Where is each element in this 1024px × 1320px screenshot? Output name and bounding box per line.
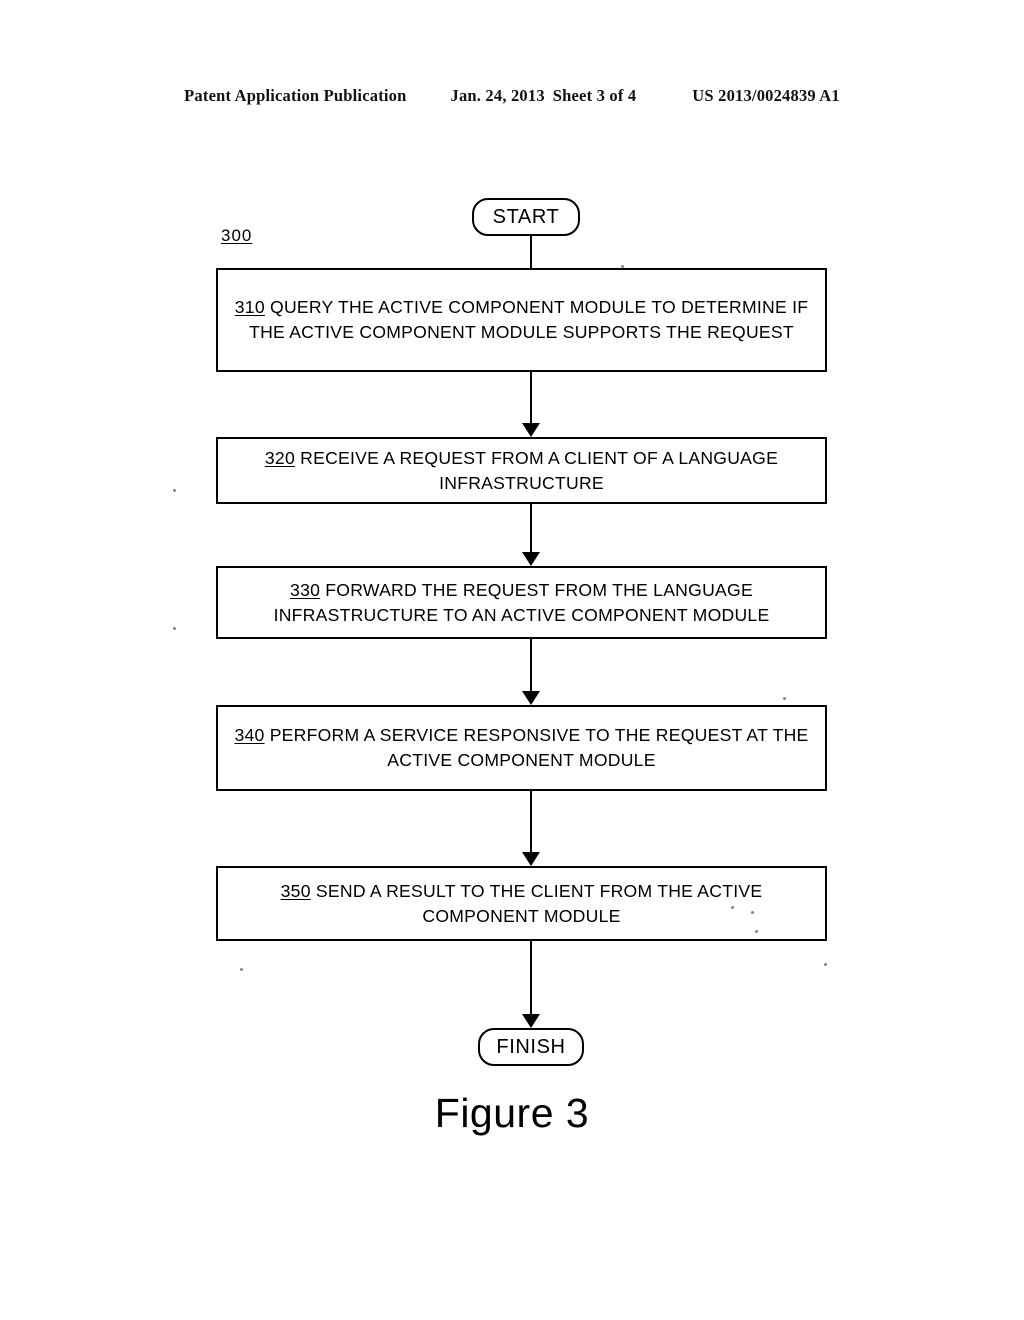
- process-box-310: 310 QUERY THE ACTIVE COMPONENT MODULE TO…: [216, 268, 827, 372]
- connector-310-to-320: [520, 372, 542, 437]
- connector-stem: [529, 372, 532, 424]
- process-box-350-body: SEND A RESULT TO THE CLIENT FROM THE ACT…: [310, 880, 763, 926]
- scan-speckle: [783, 697, 786, 700]
- scan-speckle: [173, 489, 176, 492]
- arrowhead-icon: [522, 552, 540, 566]
- scan-speckle: [240, 968, 243, 971]
- process-box-310-body: QUERY THE ACTIVE COMPONENT MODULE TO DET…: [249, 297, 809, 342]
- start-node: START: [472, 198, 580, 236]
- connector-stem: [529, 504, 532, 553]
- scan-speckle: [755, 930, 758, 933]
- process-box-320-ref: 320: [264, 447, 295, 468]
- connector-340-to-350: [520, 791, 542, 866]
- connector-stem: [529, 236, 532, 268]
- arrowhead-icon: [522, 691, 540, 705]
- scan-speckle: [173, 627, 176, 630]
- process-box-330-ref: 330: [290, 579, 321, 600]
- connector-stem: [529, 791, 532, 853]
- process-box-310-text: 310 QUERY THE ACTIVE COMPONENT MODULE TO…: [232, 295, 811, 345]
- process-box-310-ref: 310: [234, 297, 265, 318]
- process-box-330: 330 FORWARD THE REQUEST FROM THE LANGUAG…: [216, 566, 827, 639]
- diagram-reference-300: 300: [221, 226, 253, 245]
- connector-stem: [529, 941, 532, 1015]
- process-box-340: 340 PERFORM A SERVICE RESPONSIVE TO THE …: [216, 705, 827, 791]
- process-box-340-text: 340 PERFORM A SERVICE RESPONSIVE TO THE …: [232, 723, 811, 773]
- finish-node-label: FINISH: [496, 1035, 566, 1058]
- scan-speckle: [824, 963, 827, 966]
- process-box-330-text: 330 FORWARD THE REQUEST FROM THE LANGUAG…: [232, 578, 811, 628]
- scan-speckle: [731, 906, 734, 909]
- scan-speckle: [621, 265, 624, 268]
- finish-node: FINISH: [478, 1028, 584, 1066]
- process-box-330-body: FORWARD THE REQUEST FROM THE LANGUAGE IN…: [273, 579, 770, 625]
- process-box-350-text: 350 SEND A RESULT TO THE CLIENT FROM THE…: [232, 879, 811, 929]
- process-box-340-ref: 340: [234, 725, 265, 746]
- process-box-320-body: RECEIVE A REQUEST FROM A CLIENT OF A LAN…: [295, 447, 779, 493]
- figure-caption: Figure 3: [434, 1090, 590, 1136]
- scan-speckle: [751, 911, 754, 914]
- connector-330-to-340: [520, 639, 542, 705]
- process-box-320-text: 320 RECEIVE A REQUEST FROM A CLIENT OF A…: [232, 446, 811, 496]
- arrowhead-icon: [522, 852, 540, 866]
- arrowhead-icon: [522, 423, 540, 437]
- connector-320-to-330: [520, 504, 542, 566]
- connector-350-to-finish: [520, 941, 542, 1028]
- connector-start-to-310: [520, 236, 542, 268]
- process-box-350-ref: 350: [280, 880, 311, 901]
- process-box-320: 320 RECEIVE A REQUEST FROM A CLIENT OF A…: [216, 437, 827, 504]
- connector-stem: [529, 639, 532, 692]
- process-box-340-body: PERFORM A SERVICE RESPONSIVE TO THE REQU…: [264, 725, 809, 770]
- process-box-350: 350 SEND A RESULT TO THE CLIENT FROM THE…: [216, 866, 827, 941]
- arrowhead-icon: [522, 1014, 540, 1028]
- start-node-label: START: [492, 205, 560, 228]
